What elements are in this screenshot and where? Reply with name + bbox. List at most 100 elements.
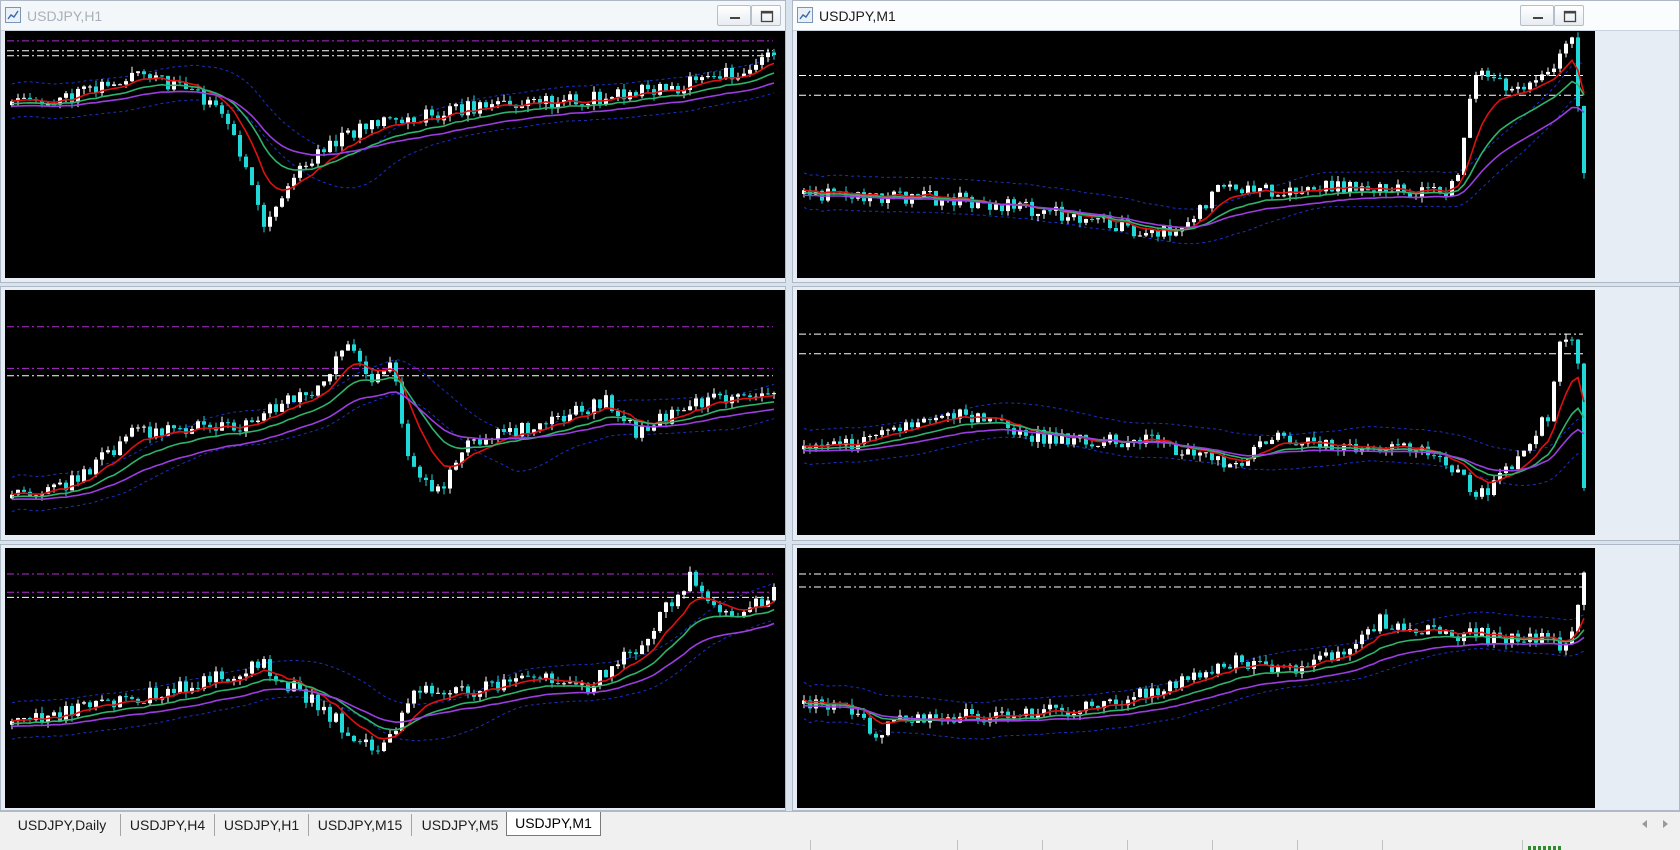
chart-row2-right[interactable] [797, 290, 1595, 535]
candle [352, 734, 356, 743]
candle [502, 424, 506, 435]
window-titlebar[interactable]: USDJPY,H1 [1, 1, 785, 31]
chart-usdjpy-h1-plot [7, 40, 776, 233]
candle [898, 424, 902, 437]
minimize-button[interactable] [717, 5, 751, 26]
candle [964, 404, 968, 418]
window-title: USDJPY,H1 [27, 8, 103, 24]
tab-usdjpy-m5[interactable]: USDJPY,M5 [412, 814, 508, 836]
candle [1264, 440, 1268, 445]
candle [460, 98, 464, 118]
candle [1522, 450, 1526, 457]
candle [1282, 431, 1286, 439]
chart-row3-left[interactable] [5, 548, 785, 808]
candle [226, 110, 230, 130]
candle [124, 434, 128, 444]
candle [298, 162, 302, 181]
candle [232, 120, 236, 136]
candle [1096, 445, 1100, 448]
candle [748, 393, 752, 402]
tab-usdjpy-m1[interactable]: USDJPY,M1 [506, 812, 601, 836]
candle [1474, 490, 1478, 500]
candle [448, 466, 452, 494]
candle [1264, 655, 1268, 666]
candle [700, 75, 704, 84]
chart-window-usdjpy-m1[interactable]: USDJPY,M1 [792, 0, 1680, 283]
candle [406, 419, 410, 461]
candle [382, 739, 386, 753]
candle [724, 609, 728, 617]
candle [856, 709, 860, 717]
candle [88, 84, 92, 92]
candle [220, 416, 224, 431]
candle [418, 686, 422, 699]
status-divider [810, 840, 811, 850]
candle [388, 730, 392, 743]
candle [436, 687, 440, 694]
maximize-button[interactable] [1554, 5, 1584, 26]
candle [526, 670, 530, 677]
candle [94, 80, 98, 98]
candle [628, 649, 632, 659]
candle [1114, 694, 1118, 709]
candle [1342, 177, 1346, 193]
candle [1234, 184, 1238, 191]
candle [1450, 464, 1454, 476]
chart-daily-plot [7, 566, 776, 755]
tab-usdjpy-h4[interactable]: USDJPY,H4 [121, 814, 215, 836]
candle [1162, 225, 1166, 240]
candle [1552, 63, 1556, 75]
candle [628, 89, 632, 102]
candle [1018, 201, 1022, 212]
band-line [11, 582, 775, 705]
candle [154, 71, 158, 82]
candle [22, 93, 26, 99]
candle [370, 368, 374, 386]
chart-usdjpy-h1[interactable] [5, 31, 785, 278]
tab-usdjpy-daily[interactable]: USDJPY,Daily [4, 814, 121, 836]
chart-row3-right[interactable] [797, 548, 1595, 808]
window-titlebar[interactable]: USDJPY,M1 [793, 1, 1679, 31]
candle [1006, 196, 1010, 216]
minimize-button[interactable] [1520, 5, 1554, 26]
candle [574, 676, 578, 686]
candle [184, 676, 188, 699]
candle [490, 680, 494, 687]
candle [574, 91, 578, 106]
candle [892, 425, 896, 432]
chart-window-row2-left[interactable] [0, 286, 786, 541]
candle [256, 181, 260, 211]
maximize-button[interactable] [751, 5, 781, 26]
chart-row2-left[interactable] [5, 290, 785, 535]
chart-m1-3-plot [799, 571, 1586, 744]
candle [250, 417, 254, 423]
candle [244, 418, 248, 437]
candle [112, 445, 116, 458]
scroll-right-icon[interactable] [1660, 819, 1670, 829]
candle [190, 425, 194, 435]
tab-usdjpy-h1[interactable]: USDJPY,H1 [215, 814, 309, 836]
candle [508, 422, 512, 436]
candle [100, 447, 104, 466]
candle [1198, 451, 1202, 462]
candle [1480, 485, 1484, 500]
candle [502, 674, 506, 693]
candle [658, 82, 662, 96]
candle [1252, 444, 1256, 462]
candle [496, 427, 500, 443]
candle [286, 681, 290, 694]
candle [136, 424, 140, 432]
tab-usdjpy-m15[interactable]: USDJPY,M15 [309, 814, 412, 836]
chart-window-row2-right[interactable] [792, 286, 1680, 541]
chart-window-row3-left[interactable] [0, 544, 786, 811]
chart-usdjpy-m1[interactable] [797, 31, 1595, 278]
chart-window-row3-right[interactable] [792, 544, 1680, 811]
connection-status-icon[interactable] [1528, 846, 1562, 850]
candle [340, 126, 344, 152]
candle [1564, 333, 1568, 347]
candle [1486, 482, 1490, 502]
candle [1462, 469, 1466, 476]
chart-window-usdjpy-h1[interactable]: USDJPY,H1 [0, 0, 786, 283]
minimize-icon [730, 17, 740, 19]
scroll-left-icon[interactable] [1640, 819, 1650, 829]
